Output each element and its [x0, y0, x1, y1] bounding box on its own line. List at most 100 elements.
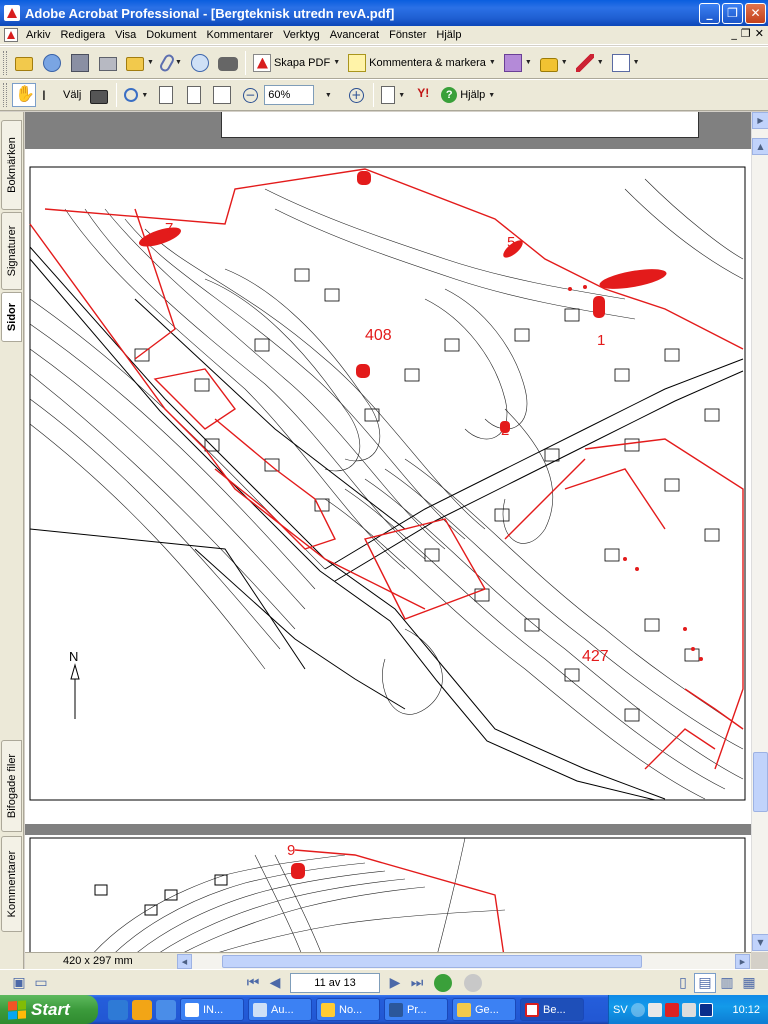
toolbar-grip[interactable] — [3, 50, 7, 75]
scroll-right-arrow-icon[interactable]: ▶ — [735, 954, 750, 969]
attach-button[interactable]: ▼ — [158, 51, 184, 75]
toggle-nav-panel-button[interactable]: ▣ — [8, 973, 30, 993]
rotate-view-button[interactable]: ▼ — [379, 83, 407, 107]
close-button[interactable]: ✕ — [745, 2, 766, 24]
menu-fonster[interactable]: Fönster — [385, 29, 432, 41]
minimize-button[interactable]: _ — [699, 2, 720, 24]
vertical-scroll-thumb[interactable] — [753, 752, 768, 812]
send-review-button[interactable] — [188, 51, 212, 75]
help-button[interactable]: ? Hjälp ▼ — [439, 83, 497, 107]
media-player-quicklaunch-icon[interactable] — [132, 999, 152, 1020]
sign-button[interactable]: ▼ — [574, 51, 606, 75]
scroll-right-arrow-icon[interactable]: ▶ — [752, 112, 768, 129]
single-page-button[interactable]: ▯ — [672, 973, 694, 993]
horizontal-scrollbar[interactable]: ◀ ▶ — [177, 954, 750, 969]
menu-dokument[interactable]: Dokument — [142, 29, 202, 41]
zoom-level-field[interactable]: 60% — [264, 85, 315, 105]
tab-pages[interactable]: Sidor — [1, 292, 22, 342]
last-page-button[interactable]: ⏭ — [406, 973, 428, 993]
zoom-out-button[interactable]: − — [238, 83, 262, 107]
desktop-quicklaunch-icon[interactable] — [156, 999, 176, 1020]
hand-tool-button[interactable]: ✋ — [12, 83, 36, 107]
window-title: Adobe Acrobat Professional - [Bergteknis… — [25, 5, 395, 21]
menu-verktyg[interactable]: Verktyg — [279, 29, 326, 41]
acrobat-app-icon[interactable] — [4, 5, 20, 21]
forms-stamp-button[interactable]: ▼ — [502, 51, 534, 75]
email-button[interactable]: ▼ — [124, 51, 156, 75]
page-number-field[interactable]: 11 av 13 — [290, 972, 380, 993]
chevron-down-icon: ▼ — [398, 91, 406, 99]
previous-page-icon: ◀ — [269, 974, 281, 991]
taskbar-item-2[interactable]: Au... — [248, 998, 312, 1021]
continuous-facing-button[interactable]: ▦ — [738, 973, 760, 993]
tab-bookmarks[interactable]: Bokmärken — [1, 120, 22, 210]
doc-close-button[interactable]: ✕ — [755, 27, 764, 40]
maximize-button[interactable]: ❐ — [722, 2, 743, 24]
document-viewport[interactable]: 408 427 1 2 3 5 6 7 8 N 9 — [25, 112, 751, 952]
facing-button[interactable]: ▥ — [716, 973, 738, 993]
menu-arkiv[interactable]: Arkiv — [22, 29, 56, 41]
network-icon[interactable] — [647, 1002, 662, 1017]
menu-avancerat[interactable]: Avancerat — [326, 29, 385, 41]
scroll-up-arrow-icon[interactable]: ▲ — [752, 138, 768, 155]
organizer-button[interactable] — [40, 51, 64, 75]
taskbar-item-4[interactable]: Pr... — [384, 998, 448, 1021]
tray-expand-icon[interactable] — [630, 1002, 645, 1017]
next-page-button[interactable]: ▶ — [384, 973, 406, 993]
continuous-button[interactable]: ▤ — [694, 972, 716, 993]
scroll-left-arrow-icon[interactable]: ◀ — [177, 954, 192, 969]
document-status-bar: 420 x 297 mm ◀ ▶ — [25, 952, 751, 969]
zoom-tool-button[interactable]: ▼ — [122, 83, 150, 107]
zoom-dropdown[interactable]: ▼ — [316, 83, 340, 107]
clock[interactable]: 10:12 — [732, 1004, 760, 1016]
search-button[interactable] — [216, 51, 240, 75]
next-view-button[interactable] — [464, 973, 482, 992]
actual-size-button[interactable] — [154, 83, 178, 107]
scroll-down-arrow-icon[interactable]: ▼ — [752, 934, 768, 951]
view-toolbar: ✋ I Välj ▼ − 60% ▼ + ▼ Y! ? Hjälp ▼ — [0, 79, 768, 111]
secure-button[interactable]: ▼ — [538, 51, 570, 75]
tab-signatures[interactable]: Signaturer — [1, 212, 22, 290]
previous-page-button[interactable]: ◀ — [264, 973, 286, 993]
menu-visa[interactable]: Visa — [111, 29, 142, 41]
safely-remove-icon[interactable] — [681, 1002, 696, 1017]
doc-restore-button[interactable]: ❐ — [741, 27, 751, 40]
comment-markup-button[interactable]: Kommentera & markera ▼ — [346, 51, 498, 75]
horizontal-scroll-thumb[interactable] — [222, 955, 642, 968]
taskbar-item-1[interactable]: IN... — [180, 998, 244, 1021]
tab-attachments[interactable]: Bifogade filer — [1, 740, 22, 832]
select-tool-button[interactable]: I Välj — [40, 83, 83, 107]
fit-page-button[interactable] — [182, 83, 206, 107]
display-icon[interactable] — [698, 1002, 713, 1017]
zoom-in-button[interactable]: + — [344, 83, 368, 107]
print-button[interactable] — [96, 51, 120, 75]
menu-redigera[interactable]: Redigera — [56, 29, 111, 41]
menu-kommentarer[interactable]: Kommentarer — [202, 29, 279, 41]
snapshot-tool-button[interactable] — [87, 83, 111, 107]
doc-minimize-button[interactable]: _ — [731, 27, 737, 40]
document-icon[interactable] — [4, 28, 18, 42]
tab-comments[interactable]: Kommentarer — [1, 836, 22, 932]
start-button[interactable]: Start — [0, 995, 98, 1024]
security-icon[interactable] — [664, 1002, 679, 1017]
taskbar-item-5[interactable]: Ge... — [452, 998, 516, 1021]
ie-quicklaunch-icon[interactable] — [108, 999, 128, 1020]
vertical-scrollbar[interactable]: ▶ ▲ ▼ — [751, 112, 768, 952]
forms-button[interactable]: ▼ — [610, 51, 642, 75]
taskbar-item-6[interactable]: Be... — [520, 998, 584, 1021]
menu-hjalp[interactable]: Hjälp — [432, 29, 467, 41]
save-button[interactable] — [68, 51, 92, 75]
fit-width-button[interactable] — [210, 83, 234, 107]
options-button[interactable]: ▭ — [30, 973, 52, 993]
system-tray: SV 10:12 — [608, 995, 768, 1024]
marker-7-label: 7 — [165, 220, 173, 237]
acrobat-icon — [525, 1002, 539, 1017]
language-indicator[interactable]: SV — [613, 1004, 628, 1016]
previous-view-button[interactable] — [434, 973, 452, 992]
yahoo-search-button[interactable]: Y! — [411, 83, 435, 107]
create-pdf-button[interactable]: Skapa PDF ▼ — [251, 51, 342, 75]
first-page-button[interactable]: ⏮ — [242, 973, 264, 993]
open-button[interactable] — [12, 51, 36, 75]
taskbar-item-3[interactable]: No... — [316, 998, 380, 1021]
toolbar-grip[interactable] — [3, 83, 7, 107]
